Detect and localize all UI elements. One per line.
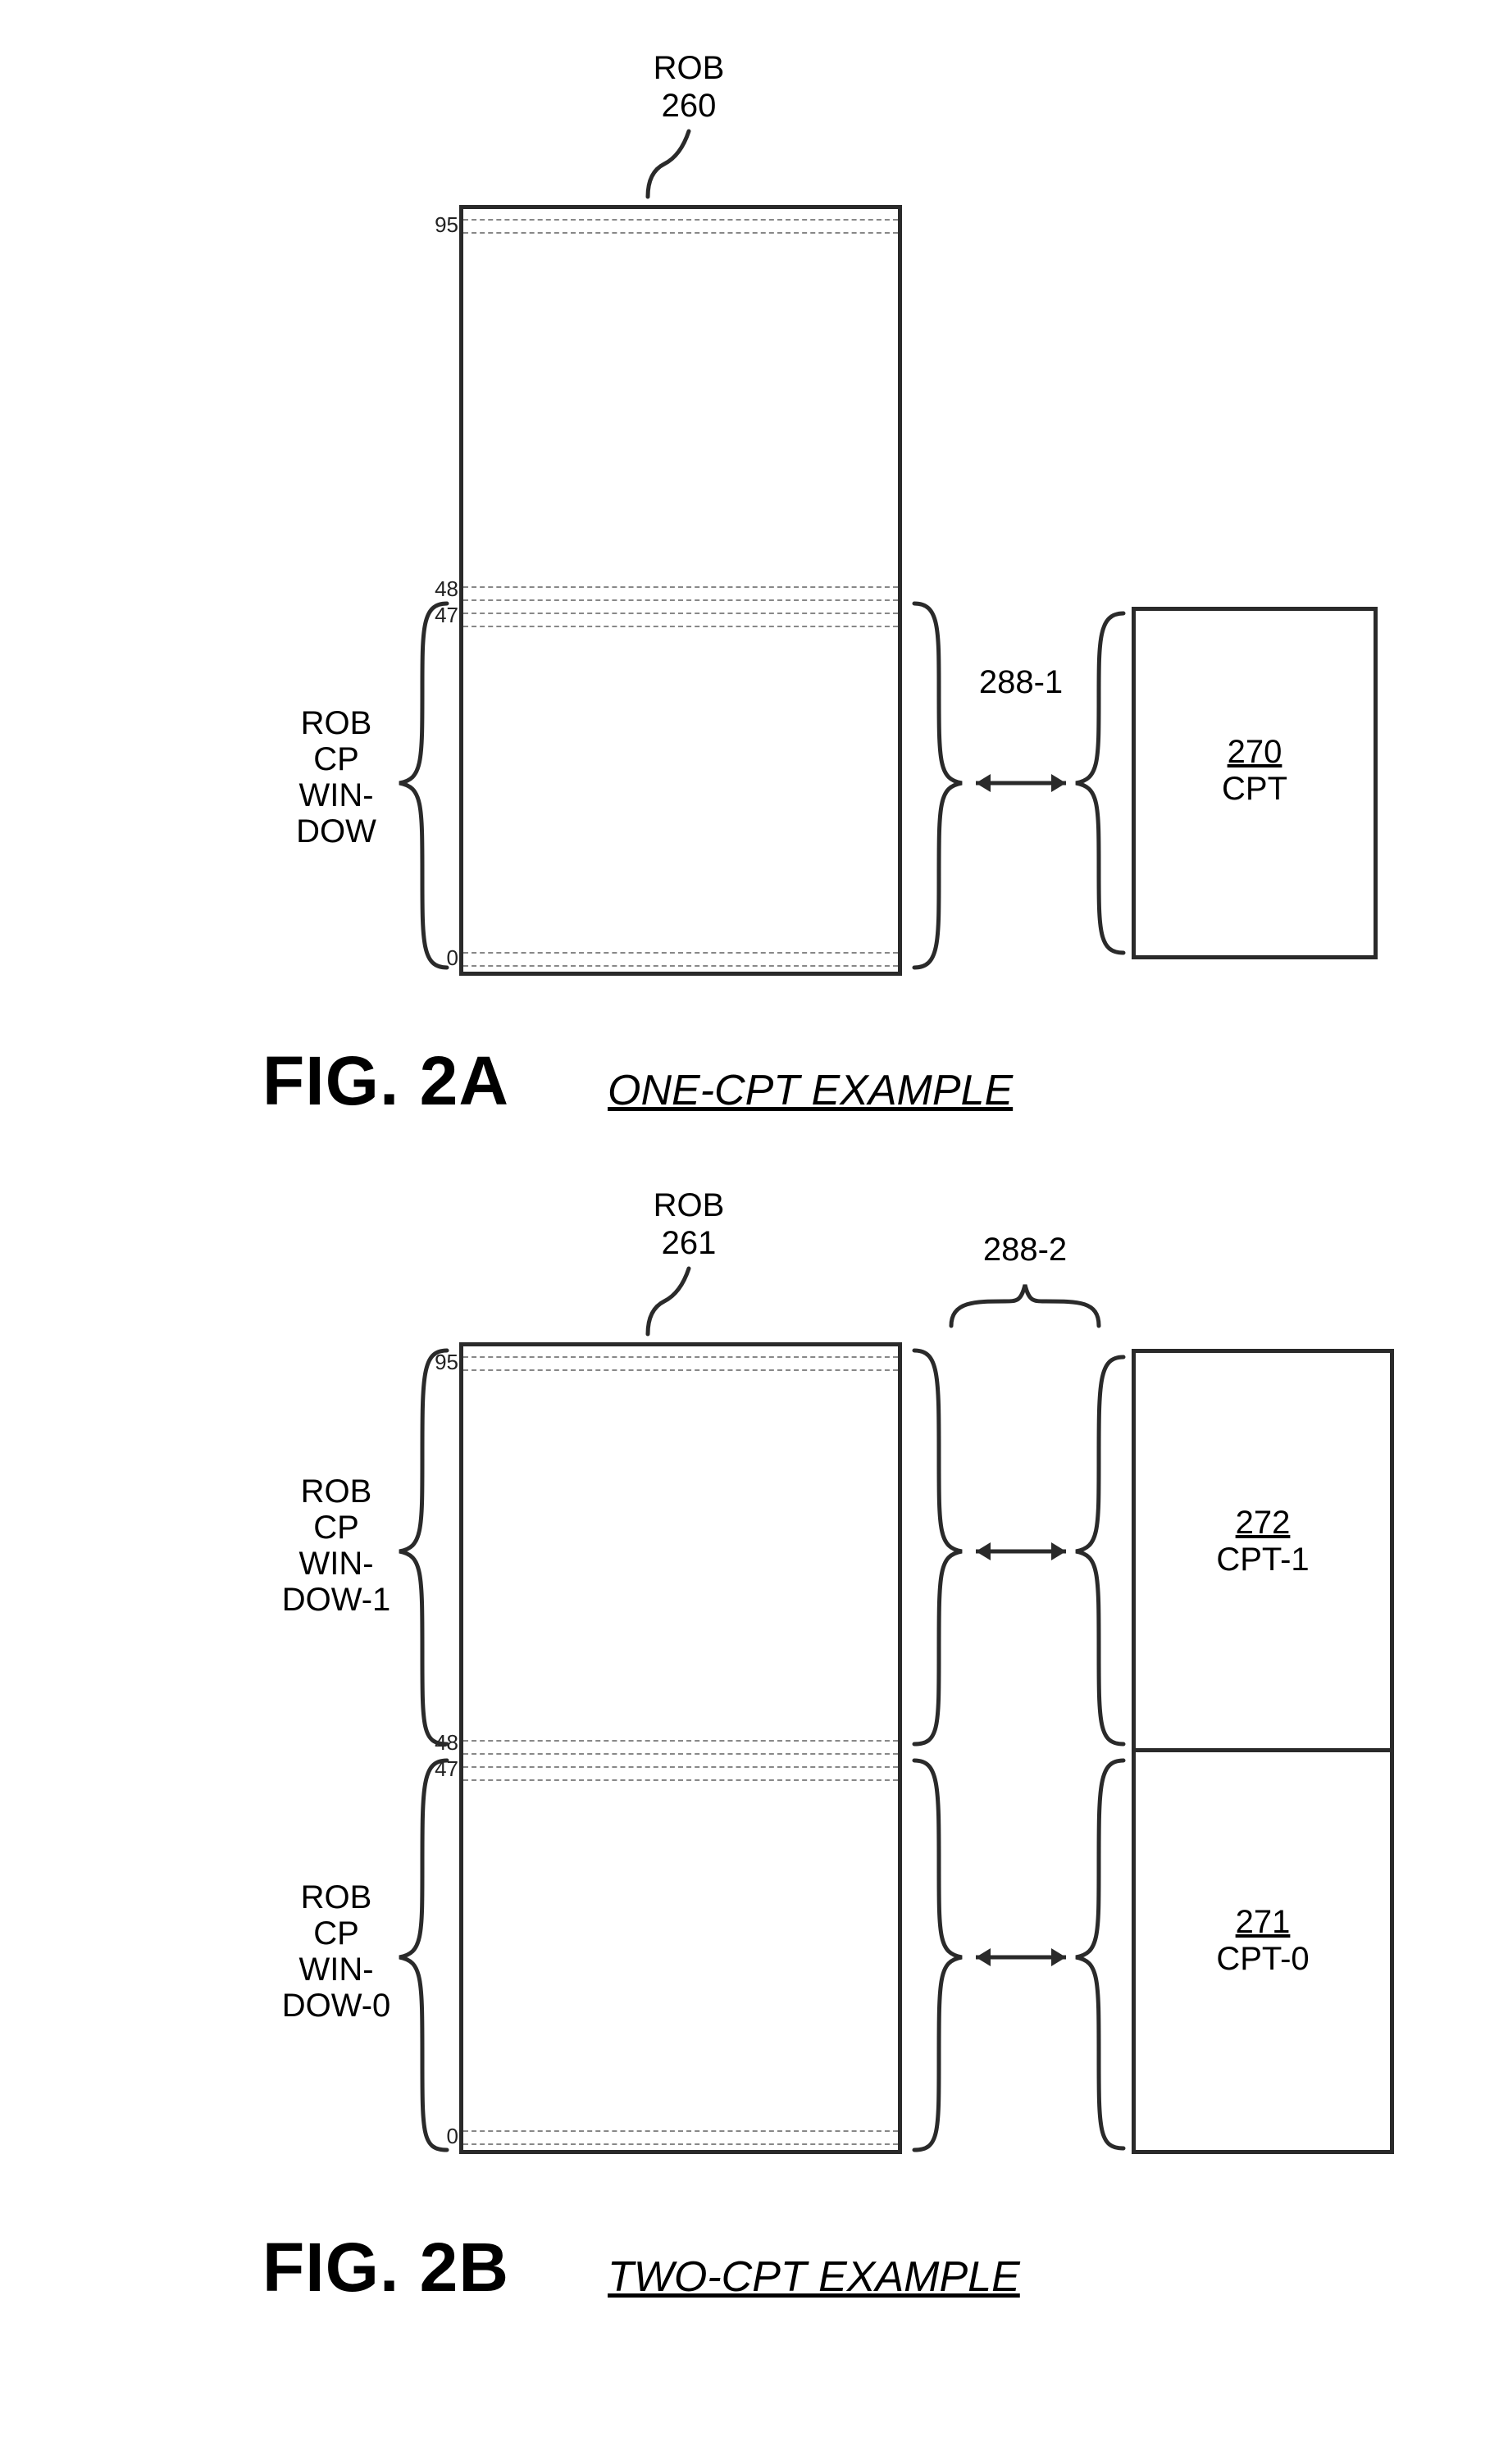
cpt0-box: 271 CPT-0 bbox=[1132, 1748, 1394, 2154]
cpt1-label: CPT-1 bbox=[1136, 1542, 1390, 1578]
cpt0-num: 271 bbox=[1136, 1904, 1390, 1941]
cpt-num-2a: 270 bbox=[1136, 734, 1374, 771]
cpt1-box: 272 CPT-1 bbox=[1132, 1349, 1394, 1752]
fig-subcaption-2b: TWO-CPT EXAMPLE bbox=[608, 2252, 1020, 2302]
fig-subcaption-2a: ONE-CPT EXAMPLE bbox=[608, 1066, 1013, 1115]
cpt1-num: 272 bbox=[1136, 1505, 1390, 1542]
cpt0-label: CPT-0 bbox=[1136, 1941, 1390, 1978]
caption-row-2a: FIG. 2A ONE-CPT EXAMPLE bbox=[33, 1041, 1476, 1121]
cpt-label-2a: CPT bbox=[1136, 771, 1374, 808]
figure-2a: ROB 260 95 48 47 0 bbox=[33, 49, 1476, 1121]
fig-caption-2a: FIG. 2A bbox=[262, 1041, 509, 1121]
cpt-box-2a: 270 CPT bbox=[1132, 607, 1378, 959]
figure-2b: ROB 261 288-2 95 48 47 bbox=[33, 1186, 1476, 2307]
